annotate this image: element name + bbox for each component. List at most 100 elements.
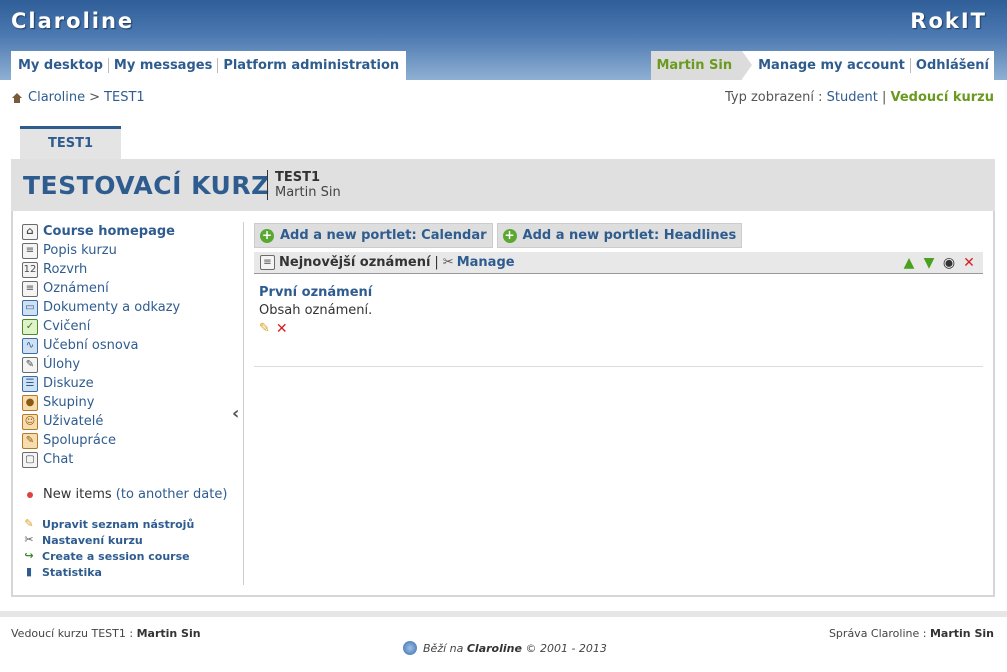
statistics-link[interactable]: ▮ Statistika: [22, 564, 243, 580]
admin-tool-label: Nastavení kurzu: [42, 533, 143, 547]
breadcrumb-current[interactable]: TEST1: [104, 90, 145, 105]
tool-label: Úlohy: [43, 357, 81, 372]
forum-icon: ☰: [22, 375, 38, 392]
tool-learnpath[interactable]: ∿ Učební osnova: [22, 336, 243, 355]
tool-description[interactable]: ≡ Popis kurzu: [22, 241, 243, 260]
tool-course-homepage[interactable]: ⌂ Course homepage: [22, 222, 243, 241]
tool-documents[interactable]: ▭ Dokumenty a odkazy: [22, 298, 243, 317]
tool-announcements[interactable]: ≡ Oznámení: [22, 279, 243, 298]
nav-platform-administration[interactable]: Platform administration: [218, 58, 404, 73]
delete-icon[interactable]: ✕: [961, 255, 977, 271]
view-mode-teacher[interactable]: Vedoucí kurzu: [891, 90, 994, 105]
tool-wiki[interactable]: ✎ Spolupráce: [22, 431, 243, 450]
footer-course-manager: Vedoucí kurzu TEST1 : Martin Sin: [11, 627, 201, 640]
create-session-course-link[interactable]: ↪ Create a session course: [22, 548, 243, 564]
add-icon: +: [502, 227, 517, 243]
tool-label: Diskuze: [43, 376, 94, 391]
main-nav: My desktop My messages Platform administ…: [11, 51, 407, 80]
footer-right-name[interactable]: Martin Sin: [930, 627, 994, 640]
top-banner: Claroline RokIT My desktop My messages P…: [0, 0, 1007, 80]
tool-chat[interactable]: ▢ Chat: [22, 450, 243, 469]
course-info: TEST1 Martin Sin: [267, 170, 341, 200]
course-title[interactable]: TESTOVACÍ KURZ: [23, 171, 270, 200]
session-icon: ↪: [24, 549, 34, 562]
collapse-sidebar-icon[interactable]: ‹: [232, 403, 239, 424]
tab-course[interactable]: TEST1: [20, 126, 121, 159]
breadcrumb-root[interactable]: Claroline: [28, 90, 85, 105]
footer-left-label: Vedoucí kurzu TEST1 :: [11, 627, 134, 640]
tool-label: Course homepage: [43, 224, 175, 239]
manage-link[interactable]: ✂ Manage: [443, 255, 515, 270]
nav-logout[interactable]: Odhlášení: [911, 58, 994, 73]
admin-tool-label: Upravit seznam nástrojů: [42, 517, 195, 531]
nav-my-desktop[interactable]: My desktop: [13, 58, 109, 73]
nav-my-messages[interactable]: My messages: [109, 58, 219, 73]
tool-users[interactable]: ☺ Uživatelé: [22, 412, 243, 431]
claroline-logo-icon: [403, 641, 417, 655]
announcement-title[interactable]: První oznámení: [259, 284, 978, 302]
institution-name[interactable]: RokIT: [910, 9, 987, 33]
view-mode-student[interactable]: Student: [827, 90, 878, 105]
announcement-icon: ≡: [260, 255, 275, 270]
current-user: Martin Sin: [651, 51, 752, 80]
add-headlines-portlet-button[interactable]: + Add a new portlet: Headlines: [496, 223, 743, 248]
view-mode-label: Typ zobrazení :: [724, 90, 823, 105]
move-down-icon[interactable]: ▼: [921, 255, 937, 271]
manage-label: Manage: [456, 255, 515, 270]
add-icon: +: [260, 227, 274, 243]
statistics-icon: ▮: [25, 565, 33, 578]
new-items-label: New items: [43, 487, 112, 502]
view-mode-separator: |: [881, 90, 887, 105]
nav-manage-account[interactable]: Manage my account: [742, 58, 911, 73]
folder-icon: ▭: [22, 299, 38, 316]
tool-exercises[interactable]: ✓ Cvičení: [22, 317, 243, 336]
wiki-icon: ✎: [22, 432, 38, 449]
tool-assignments[interactable]: ✎ Úlohy: [22, 355, 243, 374]
powered-prefix: Běží na: [423, 641, 464, 655]
tool-label: Rozvrh: [43, 262, 88, 277]
tool-calendar[interactable]: 12 Rozvrh: [22, 260, 243, 279]
portlet-header: ≡ Nejnovější oznámení | ✂ Manage ▲ ▼ ◉ ✕: [254, 252, 983, 274]
footer-left-name[interactable]: Martin Sin: [137, 627, 201, 640]
powered-name[interactable]: Claroline: [467, 642, 522, 655]
portlet-actions: ▲ ▼ ◉ ✕: [901, 255, 977, 271]
portlet-title: Nejnovější oznámení: [279, 255, 431, 270]
user-nav: Martin Sin Manage my account Odhlášení: [651, 51, 994, 80]
footer-platform-admin: Správa Claroline : Martin Sin: [829, 627, 994, 640]
edit-tool-list-link[interactable]: ✎ Upravit seznam nástrojů: [22, 516, 243, 532]
announcement-item: První oznámení Obsah oznámení. ✎ ✕: [254, 274, 983, 367]
tool-label: Cvičení: [43, 319, 91, 334]
tool-label: Chat: [43, 452, 74, 467]
visibility-eye-icon[interactable]: ◉: [941, 255, 957, 271]
home-icon: [12, 92, 22, 103]
tool-forum[interactable]: ☰ Diskuze: [22, 374, 243, 393]
tool-label: Dokumenty a odkazy: [43, 300, 181, 315]
tool-label: Skupiny: [43, 395, 95, 410]
button-label: Add a new portlet: Headlines: [522, 228, 737, 243]
course-teacher: Martin Sin: [275, 185, 341, 200]
groups-icon: ●: [22, 394, 38, 411]
tool-label: Oznámení: [43, 281, 109, 296]
edit-pencil-icon[interactable]: ✎: [259, 321, 270, 337]
tool-groups[interactable]: ● Skupiny: [22, 393, 243, 412]
portlet-add-buttons: + Add a new portlet: Calendar + Add a ne…: [254, 223, 983, 248]
footer-right-label: Správa Claroline :: [828, 627, 927, 640]
button-label: Add a new portlet: Calendar: [280, 228, 487, 243]
home-page-icon: ⌂: [22, 223, 38, 240]
tool-label: Učební osnova: [43, 338, 139, 353]
add-calendar-portlet-button[interactable]: + Add a new portlet: Calendar: [254, 223, 493, 248]
course-settings-link[interactable]: ✂ Nastavení kurzu: [22, 532, 243, 548]
pencil-icon: ✎: [24, 517, 34, 530]
tool-label: Popis kurzu: [43, 243, 117, 258]
tools-icon: ✂: [442, 255, 454, 270]
delete-icon[interactable]: ✕: [276, 321, 288, 337]
assignment-icon: ✎: [22, 356, 38, 373]
move-up-icon[interactable]: ▲: [901, 255, 917, 271]
announcement-body: Obsah oznámení.: [259, 303, 373, 318]
course-header: TESTOVACÍ KURZ TEST1 Martin Sin: [11, 159, 995, 211]
exercise-icon: ✓: [22, 318, 38, 335]
new-items-date-link[interactable]: (to another date): [116, 487, 228, 502]
tool-label: Uživatelé: [43, 414, 104, 429]
tool-label: Spolupráce: [43, 433, 117, 448]
campus-name[interactable]: Claroline: [11, 9, 134, 33]
